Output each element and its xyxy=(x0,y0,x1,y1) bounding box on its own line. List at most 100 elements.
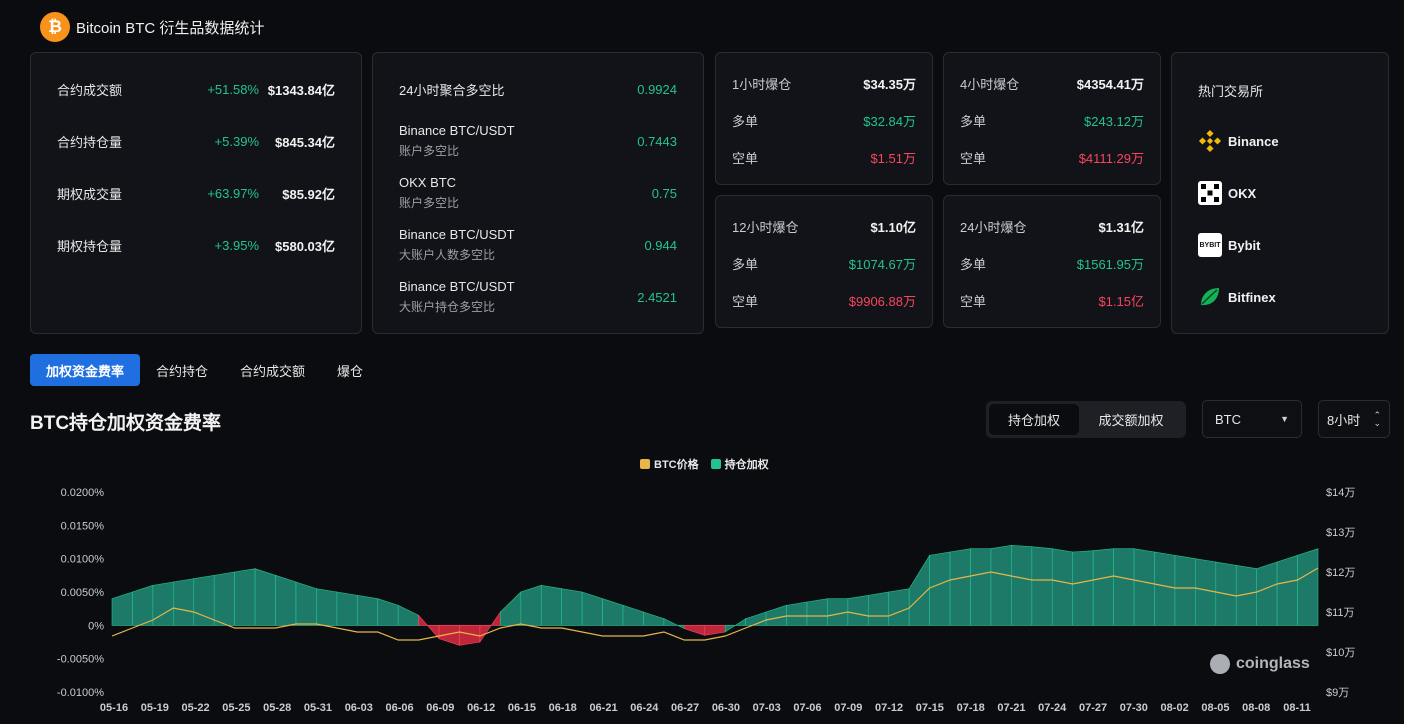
funding-area-segment xyxy=(1297,548,1319,626)
tab-weighted-funding-rate[interactable]: 加权资金费率 xyxy=(30,354,141,386)
liq-total-row: 24小时爆仓 $1.31亿 xyxy=(944,216,1160,236)
funding-area-segment xyxy=(1256,561,1278,626)
liq-period-label: 4小时爆仓 xyxy=(960,76,1020,92)
funding-area-segment xyxy=(213,571,235,626)
liq-long-label: 多单 xyxy=(732,113,759,129)
funding-area-segment xyxy=(500,591,522,626)
funding-area-segment xyxy=(806,598,828,626)
liq-long-label: 多单 xyxy=(732,256,759,272)
ls-aggregate-value: 0.9924 xyxy=(637,81,677,97)
tab-liquidation[interactable]: 爆仓 xyxy=(321,354,379,386)
x-tick-label: 07-18 xyxy=(957,702,985,714)
bybit-icon: BYBIT xyxy=(1198,233,1222,257)
x-tick-label: 06-06 xyxy=(385,702,413,714)
okx-icon xyxy=(1198,181,1222,205)
funding-area-segment xyxy=(929,551,951,626)
metric-value: $1343.84亿 xyxy=(267,82,335,98)
interval-select-value: 8小时 xyxy=(1327,412,1361,428)
legend-label-price[interactable]: BTC价格 xyxy=(654,456,699,472)
funding-area-segment xyxy=(908,554,930,626)
x-tick-label: 05-28 xyxy=(263,702,291,714)
exchanges-title-row: 热门交易所 xyxy=(1198,81,1263,100)
funding-area-segment xyxy=(275,574,297,626)
funding-area-segment xyxy=(602,598,624,626)
tab-volume[interactable]: 合约成交额 xyxy=(224,354,321,386)
metric-change: +5.39% xyxy=(214,133,259,149)
funding-area-segment xyxy=(438,625,460,646)
funding-area-segment xyxy=(970,548,992,626)
funding-area-segment xyxy=(479,611,501,643)
metric-change: +3.95% xyxy=(214,237,259,253)
liq-short-row: 空单 $1.51万 xyxy=(716,147,932,167)
funding-area-segment xyxy=(704,625,726,636)
chevron-updown-icon: ⌃ ⌄ xyxy=(1373,410,1381,428)
funding-area-segment xyxy=(193,574,215,626)
funding-area-segment xyxy=(684,625,706,636)
funding-area-segment xyxy=(234,568,256,626)
metric-row: 合约持仓量 +5.39% $845.34亿 xyxy=(31,131,361,151)
metric-value: $85.92亿 xyxy=(282,186,335,202)
funding-area-segment xyxy=(377,598,399,626)
funding-area-segment xyxy=(1174,554,1196,626)
coin-select[interactable]: BTC ▼ xyxy=(1202,400,1302,438)
liq-short-value: $4111.29万 xyxy=(1078,150,1144,166)
exchange-link-bitfinex[interactable]: Bitfinex xyxy=(1198,285,1276,309)
interval-select[interactable]: 8小时 ⌃ ⌄ xyxy=(1318,400,1390,438)
funding-area-segment xyxy=(1154,551,1176,626)
liq-total: $4354.41万 xyxy=(1076,76,1144,92)
ls-aggregate-label: 24小时聚合多空比 xyxy=(399,82,505,98)
funding-area-segment xyxy=(540,584,562,626)
funding-area-segment xyxy=(459,625,481,646)
exchange-link-binance[interactable]: Binance xyxy=(1198,129,1279,153)
funding-area-segment xyxy=(316,588,338,626)
ls-exchange: OKX BTC xyxy=(399,175,457,190)
liq-short-value: $9906.88万 xyxy=(848,293,916,309)
caret-down-icon: ▼ xyxy=(1280,414,1289,424)
liq-long-value: $32.84万 xyxy=(863,113,916,129)
ls-value: 0.7443 xyxy=(637,133,677,149)
funding-area-segment xyxy=(418,614,440,640)
liq-period-label: 24小时爆仓 xyxy=(960,219,1027,235)
ls-row: Binance BTC/USDT 大账户人数多空比 0.944 xyxy=(373,225,703,265)
funding-area-segment xyxy=(1195,558,1217,626)
legend-label-funding[interactable]: 持仓加权 xyxy=(725,456,769,472)
exchanges-title: 热门交易所 xyxy=(1198,84,1264,99)
liq-long-label: 多单 xyxy=(960,256,987,272)
funding-area-segment xyxy=(1092,548,1114,626)
x-tick-label: 05-16 xyxy=(100,702,128,714)
metric-label: 期权成交量 xyxy=(57,186,123,202)
liq-period-label: 12小时爆仓 xyxy=(732,219,799,235)
exchange-link-bybit[interactable]: BYBIT Bybit xyxy=(1198,233,1261,257)
x-tick-label: 05-31 xyxy=(304,702,332,714)
x-tick-label: 06-18 xyxy=(549,702,577,714)
weight-option-oi[interactable]: 持仓加权 xyxy=(989,404,1079,435)
funding-area-segment xyxy=(622,604,644,626)
coin-select-value: BTC xyxy=(1215,411,1241,427)
funding-area-segment xyxy=(1011,545,1033,626)
popular-exchanges-card: 热门交易所 Binance OKX BYBIT Bybit Bitfinex xyxy=(1171,52,1389,334)
liq-total-row: 1小时爆仓 $34.35万 xyxy=(716,73,932,93)
exchange-name: Bybit xyxy=(1228,237,1261,253)
tab-open-interest[interactable]: 合约持仓 xyxy=(140,354,224,386)
y-left-tick-label: 0.0150% xyxy=(61,520,105,532)
ls-aggregate-row: 24小时聚合多空比 0.9924 xyxy=(373,79,703,99)
coinglass-watermark: coinglass xyxy=(1210,654,1310,674)
x-tick-label: 08-05 xyxy=(1201,702,1229,714)
ls-value: 0.944 xyxy=(644,237,677,253)
weight-option-volume[interactable]: 成交额加权 xyxy=(1079,404,1183,435)
x-tick-label: 06-15 xyxy=(508,702,536,714)
ls-ratio-type: 大账户人数多空比 xyxy=(399,248,496,262)
liq-total: $1.31亿 xyxy=(1098,219,1144,235)
exchange-link-okx[interactable]: OKX xyxy=(1198,181,1256,205)
x-tick-label: 07-30 xyxy=(1120,702,1148,714)
x-tick-label: 06-12 xyxy=(467,702,495,714)
y-left-tick-label: -0.0050% xyxy=(57,654,104,666)
y-right-tick-label: $9万 xyxy=(1326,687,1349,699)
exchange-name: Binance xyxy=(1228,133,1279,149)
liq-long-value: $1074.67万 xyxy=(848,256,916,272)
funding-area-segment xyxy=(152,581,174,626)
liq-long-row: 多单 $1561.95万 xyxy=(944,253,1160,273)
legend-swatch-funding xyxy=(710,459,721,469)
ls-exchange: Binance BTC/USDT xyxy=(399,279,515,294)
ls-ratio-type: 账户多空比 xyxy=(399,144,460,158)
